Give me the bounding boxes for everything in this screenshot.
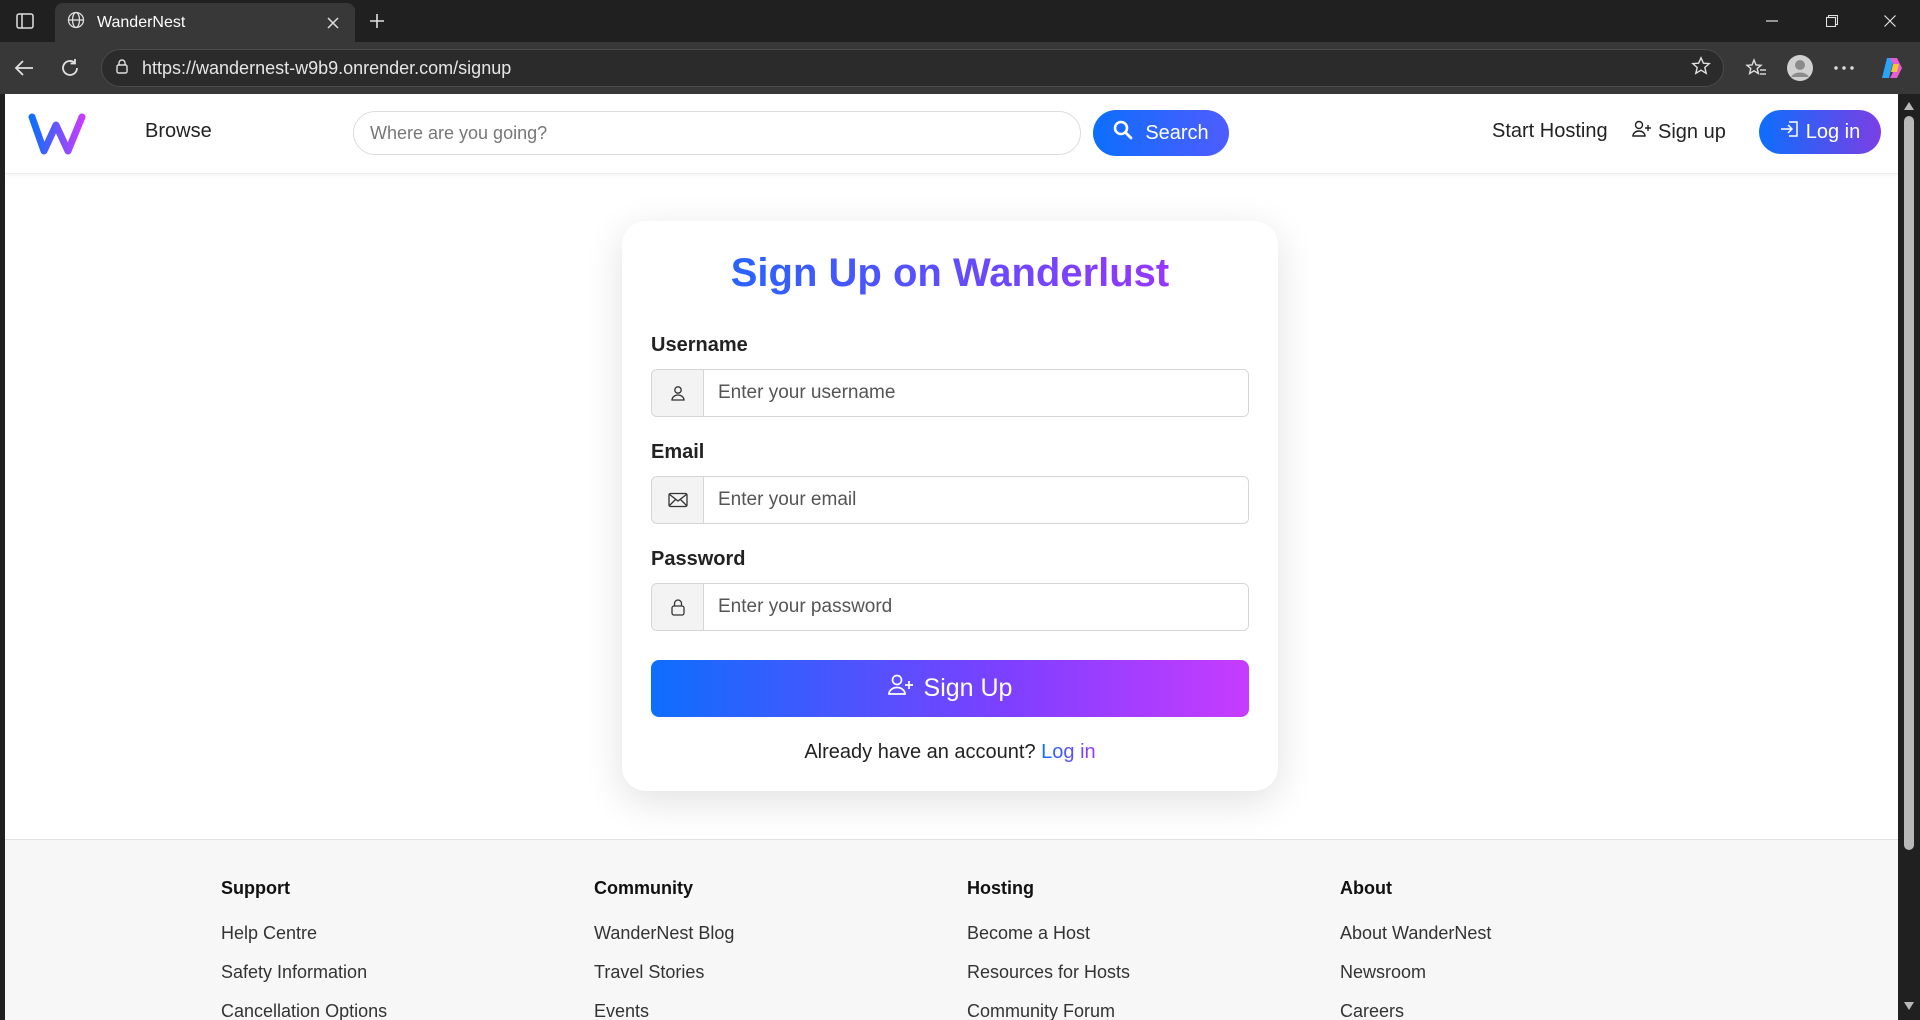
start-hosting-link[interactable]: Start Hosting	[1492, 120, 1608, 143]
profile-avatar-icon[interactable]	[1784, 52, 1816, 84]
footer-heading: Support	[221, 878, 290, 898]
scrollbar-thumb[interactable]	[1904, 116, 1914, 850]
close-tab-icon[interactable]	[323, 13, 343, 33]
lock-icon	[652, 584, 704, 630]
footer-link[interactable]: Safety Information	[221, 962, 521, 984]
footer-column-support: Support Help Centre Safety Information C…	[221, 878, 521, 1020]
browser-tab[interactable]: WanderNest	[55, 3, 355, 42]
person-add-icon	[887, 674, 914, 703]
search-button-label: Search	[1145, 121, 1209, 144]
site-footer: Support Help Centre Safety Information C…	[5, 839, 1898, 1020]
username-label: Username	[651, 334, 748, 356]
footer-heading: Community	[594, 878, 693, 898]
scroll-down-icon[interactable]	[1903, 1000, 1915, 1012]
sidebar-toggle-icon[interactable]	[10, 8, 40, 34]
close-window-icon[interactable]	[1868, 6, 1912, 36]
footer-link[interactable]: Help Centre	[221, 923, 521, 945]
person-icon	[652, 370, 704, 416]
login-nav-label: Log in	[1805, 120, 1861, 143]
footer-column-about: About About WanderNest Newsroom Careers	[1340, 878, 1640, 1020]
url-bar[interactable]: https://wandernest-w9b9.onrender.com/sig…	[101, 49, 1724, 87]
footer-column-community: Community WanderNest Blog Travel Stories…	[594, 878, 894, 1020]
login-nav-button[interactable]: Log in	[1759, 110, 1881, 154]
signup-nav-link[interactable]: Sign up	[1632, 120, 1726, 144]
minimize-icon[interactable]	[1750, 6, 1794, 36]
envelope-icon	[652, 477, 704, 523]
browse-link[interactable]: Browse	[145, 120, 212, 143]
login-arrow-icon	[1780, 120, 1800, 144]
footer-link[interactable]: Events	[594, 1001, 894, 1020]
search-button[interactable]: Search	[1093, 110, 1229, 156]
site-navbar: Browse Search Start Hosting Sign up Log …	[5, 94, 1898, 174]
signup-title: Sign Up on Wanderlust	[622, 251, 1278, 296]
favorites-icon[interactable]	[1740, 52, 1772, 84]
footer-link[interactable]: Resources for Hosts	[967, 962, 1267, 984]
favorite-star-icon[interactable]	[1691, 55, 1711, 81]
globe-icon	[67, 11, 85, 34]
more-menu-icon[interactable]	[1828, 52, 1860, 84]
back-icon[interactable]	[8, 52, 40, 84]
restore-icon[interactable]	[1810, 6, 1854, 36]
search-icon	[1113, 120, 1133, 146]
footer-link[interactable]: Travel Stories	[594, 962, 894, 984]
address-bar-row: https://wandernest-w9b9.onrender.com/sig…	[0, 42, 1920, 94]
footer-link[interactable]: Careers	[1340, 1001, 1640, 1020]
password-label: Password	[651, 548, 746, 570]
footer-link[interactable]: Newsroom	[1340, 962, 1640, 984]
wandernest-logo-icon[interactable]	[28, 111, 88, 155]
browser-tab-bar: WanderNest	[0, 0, 1920, 42]
password-input-group	[651, 583, 1249, 631]
person-add-icon	[1632, 120, 1652, 144]
footer-link[interactable]: Community Forum	[967, 1001, 1267, 1020]
page-scrollbar[interactable]	[1898, 94, 1920, 1020]
login-prompt-text: Already have an account?	[804, 741, 1036, 763]
footer-link[interactable]: Become a Host	[967, 923, 1267, 945]
site-info-icon[interactable]	[114, 58, 130, 79]
footer-link[interactable]: About WanderNest	[1340, 923, 1640, 945]
email-label: Email	[651, 441, 705, 463]
destination-search-input[interactable]	[353, 111, 1081, 155]
signup-submit-label: Sign Up	[923, 674, 1013, 702]
footer-heading: About	[1340, 878, 1392, 898]
tab-title: WanderNest	[97, 13, 186, 31]
password-field[interactable]	[704, 584, 1248, 630]
footer-link[interactable]: WanderNest Blog	[594, 923, 894, 945]
email-field[interactable]	[704, 477, 1248, 523]
scroll-up-icon[interactable]	[1903, 100, 1915, 112]
new-tab-icon[interactable]	[362, 8, 392, 34]
email-input-group	[651, 476, 1249, 524]
url-text: https://wandernest-w9b9.onrender.com/sig…	[142, 57, 512, 78]
login-link[interactable]: Log in	[1041, 741, 1096, 763]
footer-column-hosting: Hosting Become a Host Resources for Host…	[967, 878, 1267, 1020]
page-viewport: Browse Search Start Hosting Sign up Log …	[5, 94, 1898, 1020]
login-prompt: Already have an account? Log in	[622, 741, 1278, 764]
footer-link[interactable]: Cancellation Options	[221, 1001, 521, 1020]
copilot-icon[interactable]	[1876, 52, 1908, 84]
footer-heading: Hosting	[967, 878, 1034, 898]
username-field[interactable]	[704, 370, 1248, 416]
signup-submit-button[interactable]: Sign Up	[651, 660, 1249, 717]
reload-icon[interactable]	[54, 52, 86, 84]
signup-nav-label: Sign up	[1658, 120, 1726, 143]
username-input-group	[651, 369, 1249, 417]
signup-card: Sign Up on Wanderlust Username Email Pas…	[622, 221, 1278, 791]
